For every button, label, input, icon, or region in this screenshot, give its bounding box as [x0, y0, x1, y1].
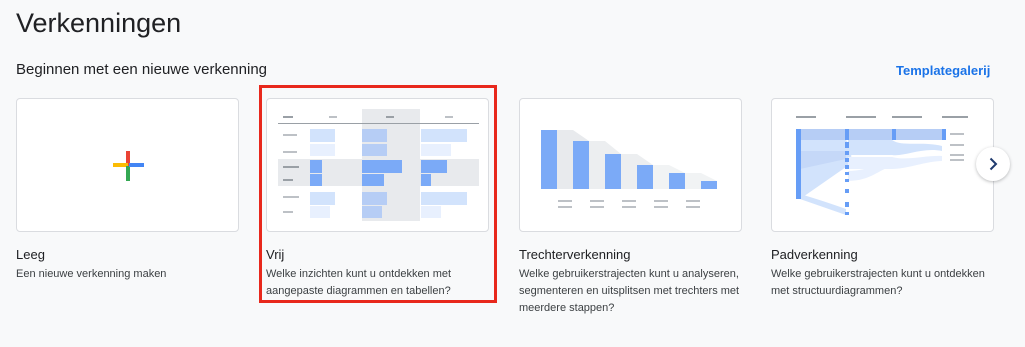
template-gallery-link[interactable]: Templategalerij	[896, 63, 990, 78]
card-freeform-description: Welke inzichten kunt u ontdekken met aan…	[266, 268, 452, 297]
card-path-title: Padverkenning	[771, 247, 858, 262]
card-blank-description: Een nieuwe verkenning maken	[16, 268, 167, 280]
card-path[interactable]: Padverkenning Welke gebruikerstrajecten …	[771, 98, 994, 297]
page-title: Verkenningen	[16, 8, 182, 38]
card-blank-title: Leeg	[16, 247, 45, 262]
card-freeform-title: Vrij	[266, 247, 285, 262]
chevron-right-icon	[989, 157, 998, 171]
next-button[interactable]	[976, 147, 1010, 181]
card-funnel-description: Welke gebruikerstrajecten kunt u analyse…	[519, 268, 740, 314]
card-blank-thumbnail[interactable]	[16, 98, 239, 232]
card-freeform-thumbnail[interactable]	[266, 98, 489, 232]
card-funnel-title: Trechterverkenning	[519, 247, 631, 262]
card-freeform[interactable]: Vrij Welke inzichten kunt u ontdekken me…	[266, 98, 489, 297]
section-title: Beginnen met een nieuwe verkenning	[16, 61, 268, 78]
card-path-thumbnail[interactable]	[771, 98, 994, 232]
card-path-description: Welke gebruikerstrajecten kunt u ontdekk…	[771, 268, 985, 297]
funnel-chart-thumbnail	[541, 130, 717, 208]
card-funnel[interactable]: Trechterverkenning Welke gebruikerstraje…	[519, 98, 742, 314]
freeform-table-thumbnail	[278, 109, 479, 221]
card-blank[interactable]: Leeg Een nieuwe verkenning maken	[16, 98, 239, 280]
plus-icon	[113, 151, 144, 181]
card-funnel-thumbnail[interactable]	[519, 98, 742, 232]
path-tree-thumbnail	[796, 116, 968, 215]
